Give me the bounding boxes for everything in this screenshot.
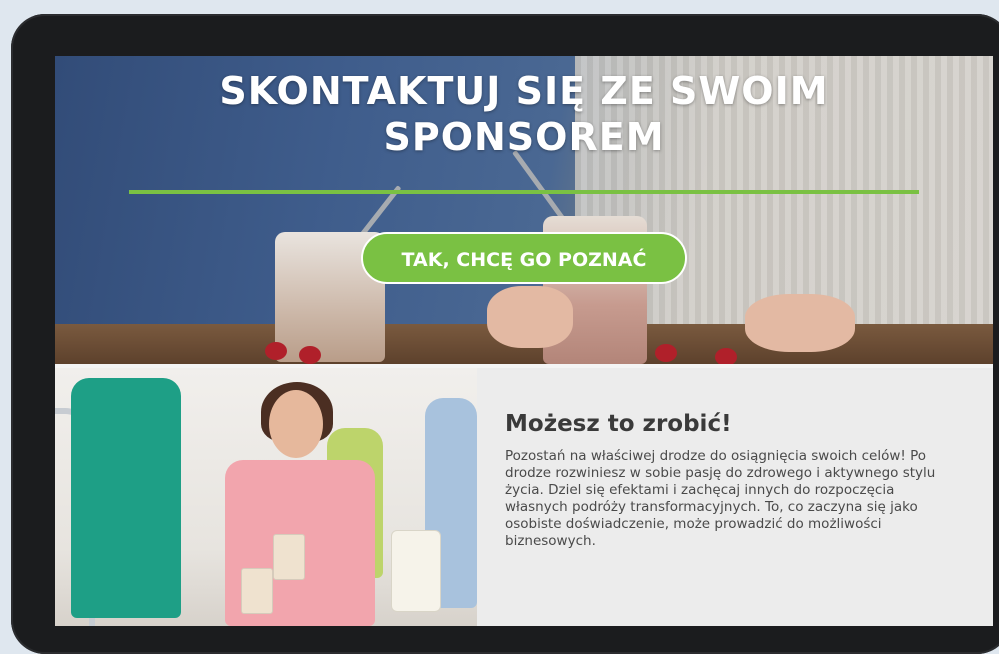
info-heading: Możesz to zrobić! bbox=[505, 411, 732, 437]
tablet-frame: SKONTAKTUJ SIĘ ZE SWOIM SPONSOREM TAK, C… bbox=[11, 14, 999, 654]
strawberry-4 bbox=[715, 348, 737, 364]
strawberry-2 bbox=[299, 346, 321, 364]
shake-glass-2 bbox=[273, 534, 305, 580]
man-figure bbox=[71, 378, 181, 618]
product-canister bbox=[391, 530, 441, 612]
hero-banner: SKONTAKTUJ SIĘ ZE SWOIM SPONSOREM TAK, C… bbox=[55, 56, 993, 364]
hero-title-line-1: SKONTAKTUJ SIĘ ZE SWOIM bbox=[219, 69, 829, 113]
shake-glass-1 bbox=[241, 568, 273, 614]
strawberry-3 bbox=[655, 344, 677, 362]
hero-title: SKONTAKTUJ SIĘ ZE SWOIM SPONSOREM bbox=[55, 68, 993, 160]
strawberry-1 bbox=[265, 342, 287, 360]
info-panel: Możesz to zrobić! Pozostań na właściwej … bbox=[477, 368, 993, 626]
hero-title-line-2: SPONSOREM bbox=[383, 115, 665, 159]
info-body: Pozostań na właściwej drodze do osiągnię… bbox=[505, 448, 936, 549]
hand-left bbox=[487, 286, 573, 348]
hand-right bbox=[745, 294, 855, 352]
title-divider bbox=[129, 190, 919, 194]
woman-face bbox=[269, 390, 323, 458]
tablet-screen: SKONTAKTUJ SIĘ ZE SWOIM SPONSOREM TAK, C… bbox=[55, 56, 993, 626]
family-kitchen-photo bbox=[55, 368, 477, 626]
meet-sponsor-button[interactable]: TAK, CHCĘ GO POZNAĆ bbox=[361, 232, 687, 284]
